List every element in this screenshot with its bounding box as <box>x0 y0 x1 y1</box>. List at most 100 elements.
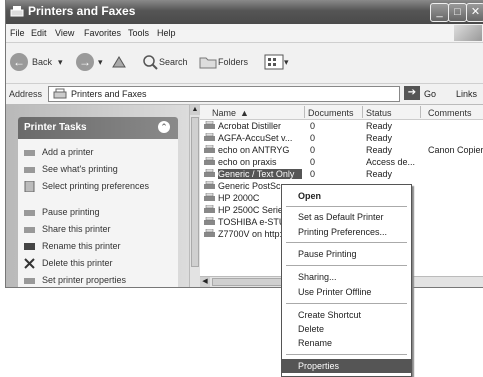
printer-name: Z7700V on http: <box>218 229 282 239</box>
menu-create-shortcut[interactable]: Create Shortcut <box>282 308 411 322</box>
column-name[interactable]: Name <box>212 108 236 118</box>
menu-favorites[interactable]: Favorites <box>84 28 121 38</box>
go-button[interactable]: Go <box>424 89 436 99</box>
preferences-icon <box>24 181 35 192</box>
context-menu: Open Set as Default Printer Printing Pre… <box>281 184 412 377</box>
forward-button[interactable]: → ▾ <box>76 51 103 73</box>
menu-item-label: Delete <box>298 324 325 334</box>
task-label: Set printer properties <box>42 275 127 285</box>
printer-row[interactable]: AGFA-AccuSet v... 0 Ready <box>200 132 483 144</box>
menu-open[interactable]: Open <box>282 189 411 203</box>
menu-item-label: Rename <box>298 338 333 348</box>
menu-rename[interactable]: Rename <box>282 336 411 350</box>
printer-name: TOSHIBA e-STUDIO <box>218 217 282 227</box>
maximize-button[interactable]: □ <box>448 3 467 22</box>
task-rename-printer[interactable]: Rename this printer <box>24 241 174 252</box>
task-share-printer[interactable]: Share this printer <box>24 224 174 235</box>
links-button[interactable]: Links <box>456 89 477 99</box>
menu-edit[interactable]: Edit <box>31 28 47 38</box>
print-queue-icon <box>24 167 35 173</box>
printer-name: Acrobat Distiller <box>218 121 282 131</box>
toolbar: ← Back ▾ → ▾ Search Folders ▾ <box>6 43 483 84</box>
menu-help[interactable]: Help <box>157 28 176 38</box>
printer-status: Ready <box>366 121 393 131</box>
views-button[interactable]: ▾ <box>264 51 289 73</box>
folders-button[interactable]: Folders <box>198 51 248 73</box>
pause-printer-icon <box>24 210 35 216</box>
task-label: Share this printer <box>42 224 111 234</box>
printer-name: Generic / Text Only <box>218 169 302 179</box>
sort-ascending-icon: ▲ <box>240 108 249 118</box>
close-button[interactable]: ✕ <box>466 3 483 22</box>
menu-pause-printing[interactable]: Pause Printing <box>282 247 411 261</box>
views-icon <box>264 54 284 70</box>
search-icon <box>143 55 158 70</box>
address-bar: Address Printers and Faxes ➔ Go Links <box>6 84 483 105</box>
printer-name: AGFA-AccuSet v... <box>218 133 293 143</box>
go-arrow-icon[interactable]: ➔ <box>404 86 420 100</box>
printer-name: HP 2000C <box>218 193 260 203</box>
scroll-up-icon[interactable]: ▲ <box>190 105 200 115</box>
printer-name: HP 2500C Series <box>218 205 282 215</box>
search-button[interactable]: Search <box>141 51 188 73</box>
network-printer-icon <box>204 229 215 237</box>
printer-row-selected[interactable]: Generic / Text Only 0 Ready <box>200 168 483 180</box>
task-see-printing[interactable]: See what's printing <box>24 164 174 175</box>
printer-icon <box>204 217 215 225</box>
menu-printing-preferences[interactable]: Printing Preferences... <box>282 225 411 239</box>
default-printer-icon <box>204 169 215 177</box>
printer-tasks-title: Printer Tasks <box>24 122 87 133</box>
printer-name: echo on praxis <box>218 157 277 167</box>
printer-tasks-header[interactable]: Printer Tasks ⌃ <box>18 117 178 139</box>
printer-docs: 0 <box>310 121 316 131</box>
collapse-chevron-icon[interactable]: ⌃ <box>158 121 170 133</box>
printer-docs: 0 <box>310 157 316 167</box>
chevron-down-icon: ▾ <box>98 56 103 67</box>
menu-view[interactable]: View <box>55 28 74 38</box>
task-label: See what's printing <box>42 164 118 174</box>
menu-item-label: Use Printer Offline <box>298 287 372 297</box>
add-printer-icon <box>24 150 35 156</box>
folders-label: Folders <box>218 57 249 67</box>
printer-row[interactable]: echo on praxis 0 Access de... <box>200 156 483 168</box>
printer-comments: Canon Copier <box>428 145 483 155</box>
minimize-button[interactable]: _ <box>430 3 449 22</box>
up-folder-button[interactable] <box>110 51 128 73</box>
task-label: Rename this printer <box>42 241 121 251</box>
scroll-thumb[interactable] <box>191 117 199 267</box>
menu-properties[interactable]: Properties <box>282 359 411 373</box>
task-pause-printing[interactable]: Pause printing <box>24 207 174 218</box>
menu-use-offline[interactable]: Use Printer Offline <box>282 285 411 299</box>
menu-separator <box>286 303 407 304</box>
printer-row[interactable]: Acrobat Distiller 0 Ready <box>200 120 483 132</box>
menu-file[interactable]: File <box>10 28 25 38</box>
printer-row[interactable]: echo on ANTRYG 0 Ready Canon Copier <box>200 144 483 156</box>
task-add-printer[interactable]: Add a printer <box>24 147 174 158</box>
chevron-down-icon: ▾ <box>284 56 289 67</box>
task-set-properties[interactable]: Set printer properties <box>24 275 174 286</box>
task-select-preferences[interactable]: Select printing preferences <box>24 181 174 192</box>
back-button[interactable]: ← Back ▾ <box>10 51 63 73</box>
menu-item-label: Pause Printing <box>298 249 357 259</box>
printer-icon <box>204 133 215 141</box>
menu-set-default[interactable]: Set as Default Printer <box>282 210 411 224</box>
menu-tools[interactable]: Tools <box>128 28 149 38</box>
task-pane: Printer Tasks ⌃ Add a printer See what's… <box>6 105 189 287</box>
menu-delete[interactable]: Delete <box>282 322 411 336</box>
address-input[interactable]: Printers and Faxes <box>48 86 400 102</box>
task-delete-printer[interactable]: Delete this printer <box>24 258 174 269</box>
column-headers: Name ▲ Documents Status Comments <box>200 105 483 120</box>
scroll-left-icon[interactable]: ◀ <box>200 277 210 287</box>
printer-name: echo on ANTRYG <box>218 145 290 155</box>
vertical-scrollbar[interactable]: ▲ <box>189 105 200 287</box>
task-label: Pause printing <box>42 207 100 217</box>
forward-arrow-icon: → <box>76 53 94 71</box>
title-bar[interactable]: Printers and Faxes _ □ ✕ <box>6 0 483 24</box>
menu-sharing[interactable]: Sharing... <box>282 270 411 284</box>
column-documents[interactable]: Documents <box>308 108 354 118</box>
column-status[interactable]: Status <box>366 108 392 118</box>
menu-item-label: Printing Preferences... <box>298 227 388 237</box>
task-label: Select printing preferences <box>42 181 150 191</box>
network-printer-icon <box>204 157 215 165</box>
column-comments[interactable]: Comments <box>428 108 472 118</box>
